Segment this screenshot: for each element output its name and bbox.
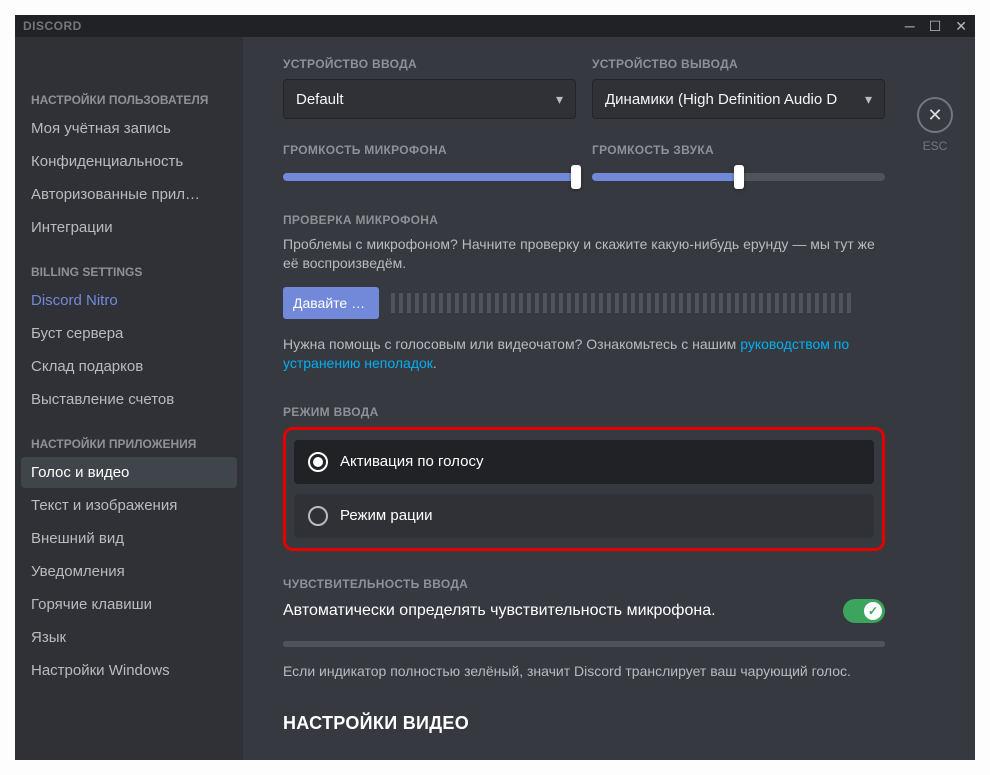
auto-sensitivity-toggle[interactable]: ✓ [843, 599, 885, 623]
settings-sidebar: НАСТРОЙКИ ПОЛЬЗОВАТЕЛЯ Моя учётная запис… [15, 37, 243, 760]
input-mode-group: Активация по голосу Режим рации [283, 427, 885, 551]
sidebar-item-voice-video[interactable]: Голос и видео [21, 457, 237, 488]
input-mode-voice-activity[interactable]: Активация по голосу [294, 440, 874, 484]
mic-help-prefix: Нужна помощь с голосовым или видеочатом?… [283, 336, 740, 352]
input-mode-label: Активация по голосу [340, 453, 483, 470]
window-controls: ─ ☐ ✕ [905, 19, 967, 33]
input-device-select[interactable]: Default ▾ [283, 79, 576, 119]
sidebar-item-text-images[interactable]: Текст и изображения [21, 490, 237, 521]
sidebar-item-privacy[interactable]: Конфиденциальность [21, 146, 237, 177]
output-volume-heading: ГРОМКОСТЬ ЗВУКА [592, 143, 885, 157]
settings-content: УСТРОЙСТВО ВВОДА Default ▾ УСТРОЙСТВО ВЫ… [243, 37, 975, 760]
sidebar-item-auth-apps[interactable]: Авторизованные прил… [21, 179, 237, 210]
radio-icon [308, 506, 328, 526]
output-device-select[interactable]: Динамики (High Definition Audio D ▾ [592, 79, 885, 119]
check-icon: ✓ [864, 602, 882, 620]
video-settings-heading: НАСТРОЙКИ ВИДЕО [283, 713, 885, 734]
minimize-icon[interactable]: ─ [905, 19, 915, 33]
sidebar-heading-billing: BILLING SETTINGS [21, 259, 237, 285]
sidebar-item-account[interactable]: Моя учётная запись [21, 113, 237, 144]
sidebar-item-windows[interactable]: Настройки Windows [21, 655, 237, 686]
input-device-value: Default [296, 91, 344, 108]
output-device-value: Динамики (High Definition Audio D [605, 91, 837, 108]
input-mode-label: Режим рации [340, 507, 432, 524]
sidebar-heading-app: НАСТРОЙКИ ПРИЛОЖЕНИЯ [21, 431, 237, 457]
output-device-heading: УСТРОЙСТВО ВЫВОДА [592, 57, 885, 71]
chevron-down-icon: ▾ [865, 91, 872, 108]
sidebar-item-gift-inventory[interactable]: Склад подарков [21, 351, 237, 382]
input-device-heading: УСТРОЙСТВО ВВОДА [283, 57, 576, 71]
sidebar-item-language[interactable]: Язык [21, 622, 237, 653]
input-mode-push-to-talk[interactable]: Режим рации [294, 494, 874, 538]
radio-icon [308, 452, 328, 472]
chevron-down-icon: ▾ [556, 91, 563, 108]
maximize-icon[interactable]: ☐ [929, 19, 942, 33]
input-volume-slider[interactable] [283, 165, 576, 189]
sensitivity-heading: ЧУВСТВИТЕЛЬНОСТЬ ВВОДА [283, 577, 885, 591]
mic-test-desc: Проблемы с микрофоном? Начните проверку … [283, 235, 885, 273]
sidebar-item-appearance[interactable]: Внешний вид [21, 523, 237, 554]
sidebar-item-server-boost[interactable]: Буст сервера [21, 318, 237, 349]
sensitivity-hint: Если индикатор полностью зелёный, значит… [283, 663, 885, 679]
titlebar: DISCORD ─ ☐ ✕ [15, 15, 975, 37]
app-brand: DISCORD [23, 19, 82, 33]
sidebar-item-notifications[interactable]: Уведомления [21, 556, 237, 587]
close-window-icon[interactable]: ✕ [955, 19, 967, 33]
sidebar-item-nitro[interactable]: Discord Nitro [21, 285, 237, 316]
mic-help-suffix: . [433, 355, 437, 371]
mic-vu-meter [391, 293, 885, 313]
sidebar-heading-user: НАСТРОЙКИ ПОЛЬЗОВАТЕЛЯ [21, 87, 237, 113]
sidebar-item-keybinds[interactable]: Горячие клавиши [21, 589, 237, 620]
input-mode-heading: РЕЖИМ ВВОДА [283, 405, 885, 419]
mic-help-text: Нужна помощь с голосовым или видеочатом?… [283, 335, 885, 373]
sidebar-item-billing[interactable]: Выставление счетов [21, 384, 237, 415]
input-volume-heading: ГРОМКОСТЬ МИКРОФОНА [283, 143, 576, 157]
sensitivity-bar [283, 641, 885, 647]
mic-test-button[interactable]: Давайте пр… [283, 287, 379, 319]
sidebar-item-integrations[interactable]: Интеграции [21, 212, 237, 243]
auto-sensitivity-label: Автоматически определять чувствительност… [283, 602, 716, 620]
output-volume-slider[interactable] [592, 165, 885, 189]
mic-test-heading: ПРОВЕРКА МИКРОФОНА [283, 213, 885, 227]
